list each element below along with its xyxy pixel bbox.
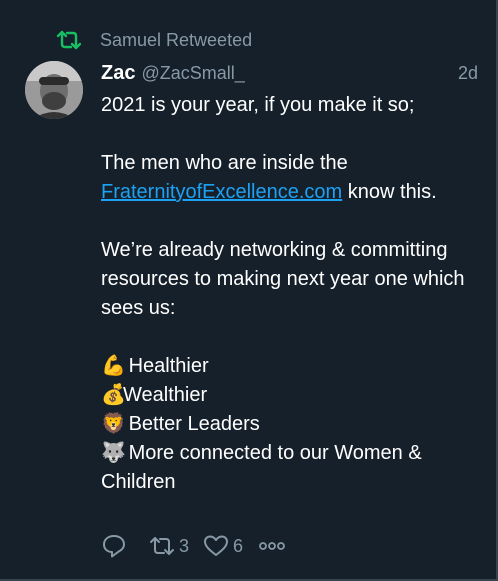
more-button[interactable] xyxy=(259,539,285,553)
like-count: 6 xyxy=(233,535,244,556)
retweet-label[interactable]: Samuel Retweeted xyxy=(100,30,252,51)
display-name[interactable]: Zac xyxy=(101,62,135,85)
list-item: 💰Wealthier xyxy=(101,381,486,410)
list-item-text: Wealthier xyxy=(123,384,208,406)
list-item: 🦁 Better Leaders xyxy=(101,410,486,439)
tweet-line: We’re already networking & committing re… xyxy=(101,239,465,319)
like-icon xyxy=(204,535,229,556)
avatar-photo xyxy=(25,61,83,119)
website-link[interactable]: FraternityofExcellence.com xyxy=(101,181,342,203)
timestamp[interactable]: 2d xyxy=(458,63,478,84)
list-item-text: Better Leaders xyxy=(128,413,260,435)
tweet-line: The men who are inside the FraternityofE… xyxy=(101,149,486,207)
retweet-button[interactable]: 3 xyxy=(149,535,189,557)
list-item-text: Healthier xyxy=(128,355,209,377)
tweet-header: Zac @ZacSmall_ 2d xyxy=(101,62,478,90)
retweet-context: Samuel Retweeted xyxy=(56,28,252,52)
retweet-icon xyxy=(56,30,82,50)
retweet-icon xyxy=(150,537,174,555)
tweet-line: 2021 is your year, if you make it so; xyxy=(101,94,415,116)
flexed-biceps-icon: 💪 xyxy=(101,355,126,377)
list-item-text: More connected to our Women & Children xyxy=(101,442,422,493)
tweet-actions: 3 6 xyxy=(101,532,285,560)
tweet-text: 2021 is your year, if you make it so; Th… xyxy=(101,91,486,497)
tweet-line-text: know this. xyxy=(342,181,437,203)
list-item: 💪 Healthier xyxy=(101,352,486,381)
user-handle[interactable]: @ZacSmall_ xyxy=(141,63,244,84)
retweet-count: 3 xyxy=(179,535,190,556)
like-button[interactable]: 6 xyxy=(203,534,243,558)
tweet-card[interactable]: Samuel Retweeted Zac @ZacSmall_ 2d 2021 … xyxy=(0,0,498,581)
money-bag-icon: 💰 xyxy=(101,384,126,406)
avatar[interactable] xyxy=(25,61,83,119)
lion-icon: 🦁 xyxy=(101,413,126,435)
wolf-icon: 🐺 xyxy=(101,442,126,464)
reply-button[interactable] xyxy=(101,533,127,559)
reply-icon xyxy=(103,535,125,558)
list-item: 🐺 More connected to our Women & Children xyxy=(101,439,486,497)
tweet-line-text: The men who are inside the xyxy=(101,152,348,174)
more-icon xyxy=(259,542,285,550)
